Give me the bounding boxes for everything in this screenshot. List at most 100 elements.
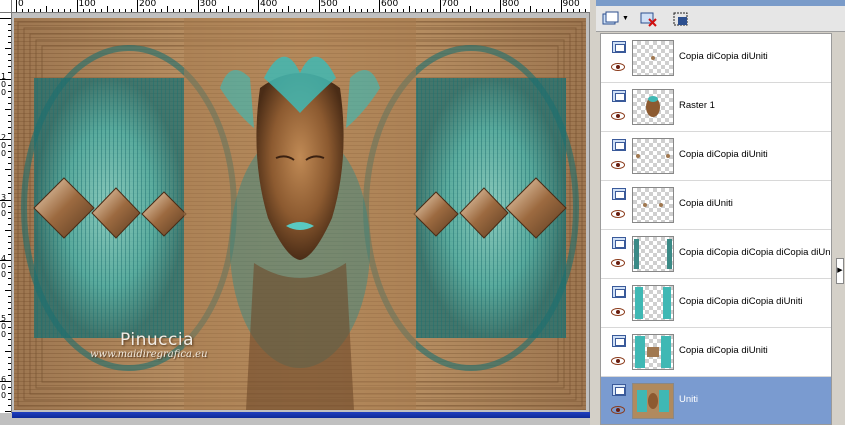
ruler-tick	[82, 9, 84, 12]
ruler-tick	[379, 0, 380, 12]
ruler-tick	[8, 30, 11, 32]
ruler-tick	[318, 0, 320, 12]
ruler-tick	[542, 9, 544, 12]
ruler-tick	[403, 9, 405, 12]
ruler-tick	[8, 187, 11, 189]
ruler-tick	[391, 9, 393, 12]
canvas-scrollbar[interactable]	[12, 418, 590, 425]
ruler-tick	[427, 9, 429, 12]
ruler-tick	[8, 326, 11, 328]
layer-row-selected[interactable]: Uniti	[601, 377, 831, 424]
canvas-pane: 0 100 200 300 400 500 600 700 800 900 1 0 0 2 0 0 3…	[0, 0, 590, 425]
ruler-label: 400	[260, 0, 278, 9]
layer-row[interactable]: Copia diCopia diCopia diCopia diUniti	[601, 230, 832, 279]
layer-row[interactable]: Copia diCopia diUniti	[601, 328, 831, 377]
ruler-tick	[221, 9, 223, 12]
ruler-tick	[336, 9, 338, 12]
layer-thumbnail	[632, 138, 674, 174]
layer-row[interactable]: Copia diCopia diUniti	[601, 34, 831, 83]
ruler-left: 1 0 0 2 0 0 3 0 0 4 0 0 5 0 0 6 0 0	[0, 13, 12, 413]
delete-layer-icon	[640, 12, 657, 27]
ruler-tick	[8, 223, 11, 225]
mask-button[interactable]	[670, 9, 692, 29]
ruler-tick	[167, 6, 169, 12]
ruler-tick	[112, 9, 114, 12]
layer-thumbnail	[632, 236, 674, 272]
ruler-tick	[372, 9, 374, 12]
ruler-tick	[8, 217, 11, 219]
ruler-tick	[524, 9, 526, 12]
mask-icon	[673, 12, 688, 26]
ruler-tick	[560, 0, 562, 12]
ruler-tick	[282, 9, 284, 12]
panel-expand-arrow[interactable]: ▶	[836, 258, 844, 284]
ruler-tick	[8, 314, 11, 316]
ruler-tick	[487, 9, 489, 12]
visibility-eye-icon[interactable]	[611, 112, 625, 120]
ruler-label: 6 0 0	[1, 374, 7, 400]
ruler-tick	[421, 9, 423, 12]
ruler-tick	[8, 296, 11, 298]
ruler-tick	[584, 9, 586, 12]
ruler-tick	[8, 84, 11, 86]
layer-row[interactable]: Copia diCopia diUniti	[601, 132, 831, 181]
ruler-tick	[8, 96, 11, 98]
ruler-tick	[8, 278, 11, 280]
ruler-tick	[518, 9, 520, 12]
layer-row[interactable]: Raster 1	[601, 83, 831, 132]
chevron-down-icon[interactable]: ▼	[622, 15, 629, 22]
ruler-tick	[76, 0, 78, 12]
ruler-tick	[161, 9, 163, 12]
ruler-tick	[566, 9, 568, 12]
ruler-tick	[203, 9, 205, 12]
ruler-tick	[8, 114, 11, 116]
ruler-tick	[385, 9, 387, 12]
raster-layer-icon	[612, 237, 626, 249]
layer-row[interactable]: Copia diUniti	[601, 181, 831, 230]
canvas-image[interactable]: Pinuccia www.maidiregrafica.eu	[14, 18, 586, 410]
ruler-label: 0	[18, 0, 24, 9]
visibility-eye-icon[interactable]	[611, 357, 625, 365]
ruler-tick	[64, 9, 66, 12]
ruler-tick	[8, 211, 11, 213]
ruler-label: 800	[502, 0, 520, 9]
ruler-label: 2 0 0	[1, 132, 7, 158]
visibility-eye-icon[interactable]	[611, 63, 625, 71]
delete-layer-button[interactable]	[638, 9, 660, 29]
ruler-label: 700	[441, 0, 459, 9]
layer-name: Copia diCopia diCopia diCopia diUniti	[679, 247, 832, 258]
ruler-tick	[512, 9, 514, 12]
ruler-tick	[536, 9, 538, 12]
raster-layer-icon	[612, 139, 626, 151]
visibility-eye-icon[interactable]	[611, 406, 625, 414]
visibility-eye-icon[interactable]	[611, 161, 625, 169]
ruler-tick	[70, 9, 72, 12]
visibility-eye-icon[interactable]	[611, 259, 625, 267]
ruler-label: 5 0 0	[1, 314, 7, 339]
ruler-tick	[58, 9, 60, 12]
ruler-tick	[8, 374, 11, 376]
new-layer-button[interactable]	[600, 9, 622, 29]
ruler-tick	[300, 9, 302, 12]
ruler-label: 300	[199, 0, 217, 9]
layer-name: Copia diCopia diUniti	[679, 345, 768, 356]
ruler-tick	[8, 24, 11, 26]
visibility-eye-icon[interactable]	[611, 308, 625, 316]
ruler-tick	[137, 0, 138, 12]
ruler-tick	[342, 9, 344, 12]
ruler-tick	[8, 90, 11, 92]
raster-layer-icon	[612, 286, 626, 298]
ruler-tick	[360, 9, 362, 12]
ruler-tick	[270, 9, 272, 12]
layer-row[interactable]: Copia diCopia diCopia diUniti	[601, 279, 831, 328]
ruler-tick	[8, 66, 11, 68]
layer-thumbnail	[632, 334, 674, 370]
layer-thumbnail	[632, 285, 674, 321]
raster-layer-icon	[612, 90, 626, 102]
ruler-tick	[8, 36, 11, 38]
ruler-tick	[118, 9, 120, 12]
ruler-tick	[8, 362, 11, 364]
ruler-tick	[94, 9, 96, 12]
visibility-eye-icon[interactable]	[611, 210, 625, 218]
ruler-tick	[5, 229, 11, 231]
